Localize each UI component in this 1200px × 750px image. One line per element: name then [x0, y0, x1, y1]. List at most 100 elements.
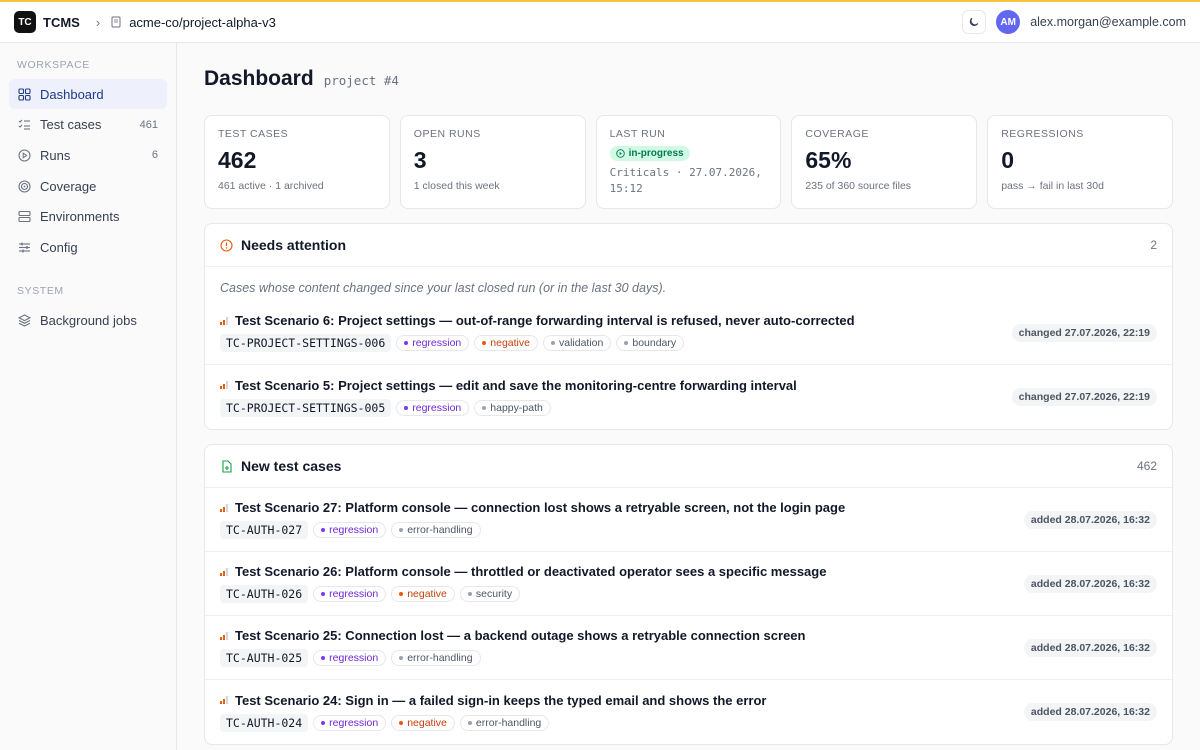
- case-row[interactable]: Test Scenario 6: Project settings — out-…: [205, 301, 1172, 365]
- case-row[interactable]: Test Scenario 24: Sign in — a failed sig…: [205, 680, 1172, 744]
- moon-icon: [970, 17, 979, 26]
- stat-value: 462: [218, 147, 257, 173]
- file-icon: [111, 16, 121, 28]
- sidebar-item-runs[interactable]: Runs 6: [9, 140, 167, 170]
- sidebar-item-config[interactable]: Config: [9, 232, 167, 262]
- tag-negative: negative: [391, 714, 455, 731]
- stat-footnote: 235 of 360 source files: [805, 180, 912, 192]
- stat-card-regressions[interactable]: REGRESSIONS 0 pass → fail in last 30d: [987, 115, 1173, 209]
- case-title: Test Scenario 27: Platform console — con…: [235, 500, 846, 515]
- case-date: changed 27.07.2026, 22:19: [1011, 323, 1157, 342]
- breadcrumb[interactable]: acme-co/project-alpha-v3: [110, 15, 276, 30]
- case-row[interactable]: Test Scenario 5: Project settings — edit…: [205, 365, 1172, 429]
- case-title: Test Scenario 26: Platform console — thr…: [235, 564, 827, 579]
- sidebar-item-coverage[interactable]: Coverage: [9, 171, 167, 201]
- needs-attention-panel: Needs attention 2 Cases whose content ch…: [204, 223, 1173, 430]
- sidebar-item-dashboard[interactable]: Dashboard: [9, 79, 167, 109]
- stat-value: 65%: [805, 147, 852, 173]
- breadcrumb-project: acme-co/project-alpha-v3: [129, 14, 276, 30]
- stat-card-test-cases[interactable]: TEST CASES 462 461 active · 1 archived: [204, 115, 390, 209]
- sidebar-item-label: Config: [40, 239, 78, 255]
- sidebar-item-label: Background jobs: [40, 312, 137, 328]
- case-date: added 28.07.2026, 16:32: [1023, 574, 1157, 593]
- stat-value: 3: [413, 147, 427, 173]
- sidebar-item-environments[interactable]: Environments: [9, 202, 167, 232]
- case-title: Test Scenario 24: Sign in — a failed sig…: [235, 692, 767, 708]
- avatar[interactable]: AM: [996, 10, 1021, 34]
- stats-row: TEST CASES 462 461 active · 1 archived O…: [204, 115, 1173, 209]
- stat-card-coverage[interactable]: COVERAGE 65% 235 of 360 source files: [791, 115, 978, 209]
- tag-validation: validation: [542, 335, 612, 351]
- panel-count: 2: [1150, 238, 1157, 252]
- priority-icon: [220, 631, 228, 640]
- user-email[interactable]: alex.morgan@example.com: [1030, 15, 1186, 29]
- tag-error-handling: error-handling: [459, 714, 550, 731]
- case-title: Test Scenario 25: Connection lost — a ba…: [235, 628, 806, 643]
- case-id: TC-AUTH-027: [220, 521, 309, 539]
- app-logo[interactable]: TC TCMS: [14, 11, 80, 33]
- tag-error-handling: error-handling: [391, 522, 481, 538]
- panel-note: Cases whose content changed since your l…: [220, 281, 667, 295]
- tag-negative: negative: [474, 335, 538, 351]
- tag-regression: regression: [313, 650, 387, 666]
- stat-card-open-runs[interactable]: OPEN RUNS 3 1 closed this week: [399, 115, 586, 209]
- sidebar: WORKSPACE Dashboard Test cases 461 Runs …: [0, 43, 177, 750]
- sidebar-item-count: 6: [151, 149, 158, 162]
- sidebar-item-label: Runs: [40, 147, 71, 163]
- logo-badge: TC: [14, 11, 36, 33]
- sidebar-item-count: 461: [139, 118, 158, 131]
- tag-regression: regression: [396, 399, 470, 416]
- case-id: TC-AUTH-024: [220, 713, 309, 732]
- tag-regression: regression: [396, 335, 470, 351]
- stat-label: TEST CASES: [218, 128, 289, 140]
- panel-title: Needs attention: [241, 237, 347, 253]
- sidebar-item-background-jobs[interactable]: Background jobs: [9, 305, 167, 335]
- case-date: changed 27.07.2026, 22:19: [1011, 388, 1157, 406]
- tag-regression: regression: [313, 522, 387, 538]
- stat-footnote: pass → fail in last 30d: [1001, 180, 1104, 192]
- sidebar-item-test-cases[interactable]: Test cases 461: [9, 110, 167, 140]
- case-id: TC-AUTH-025: [220, 649, 309, 667]
- priority-icon: [220, 567, 228, 576]
- app-name: TCMS: [43, 14, 80, 30]
- checklist-icon: [18, 119, 30, 130]
- case-row[interactable]: Test Scenario 27: Platform console — con…: [205, 488, 1172, 552]
- sliders-icon: [19, 242, 30, 253]
- sidebar-item-label: Dashboard: [40, 86, 104, 102]
- chevron-right-icon: ›: [95, 14, 101, 30]
- tag-error-handling: error-handling: [391, 650, 481, 666]
- file-plus-icon: [222, 459, 232, 473]
- sidebar-section-title: WORKSPACE: [17, 59, 90, 71]
- grid-icon: [18, 87, 31, 101]
- panel-title: New test cases: [241, 458, 342, 474]
- sidebar-item-label: Test cases: [40, 117, 102, 133]
- priority-icon: [220, 316, 228, 325]
- case-date: added 28.07.2026, 16:32: [1023, 638, 1157, 657]
- panel-count: 462: [1136, 459, 1157, 473]
- last-run-detail: Criticals · 27.07.2026, 15:12: [609, 166, 762, 195]
- sidebar-section-title: SYSTEM: [17, 285, 64, 298]
- stat-label: COVERAGE: [805, 128, 869, 140]
- case-row[interactable]: Test Scenario 25: Connection lost — a ba…: [205, 616, 1172, 680]
- case-id: TC-PROJECT-SETTINGS-006: [220, 334, 392, 352]
- tag-regression: regression: [313, 586, 387, 602]
- sidebar-item-label: Environments: [40, 209, 120, 225]
- server-icon: [18, 211, 31, 223]
- stat-footnote: 1 closed this week: [413, 180, 500, 192]
- play-circle-icon: [615, 149, 625, 158]
- case-date: added 28.07.2026, 16:32: [1023, 703, 1157, 721]
- stat-card-last-run[interactable]: LAST RUN in-progress Criticals · 27.07.2…: [595, 115, 782, 209]
- case-row[interactable]: Test Scenario 26: Platform console — thr…: [205, 552, 1172, 616]
- stat-footnote: 461 active · 1 archived: [218, 180, 324, 192]
- stat-label: REGRESSIONS: [1001, 128, 1084, 140]
- tag-boundary: boundary: [616, 335, 685, 351]
- case-title: Test Scenario 5: Project settings — edit…: [235, 377, 797, 393]
- sidebar-item-label: Coverage: [40, 178, 97, 194]
- stat-label: LAST RUN: [609, 128, 666, 140]
- status-badge-label: in-progress: [628, 148, 684, 159]
- priority-icon: [220, 696, 228, 704]
- stat-value: 0: [1001, 147, 1014, 173]
- theme-toggle-button[interactable]: [962, 10, 987, 34]
- case-id: TC-PROJECT-SETTINGS-005: [220, 398, 392, 417]
- tag-negative: negative: [391, 586, 455, 602]
